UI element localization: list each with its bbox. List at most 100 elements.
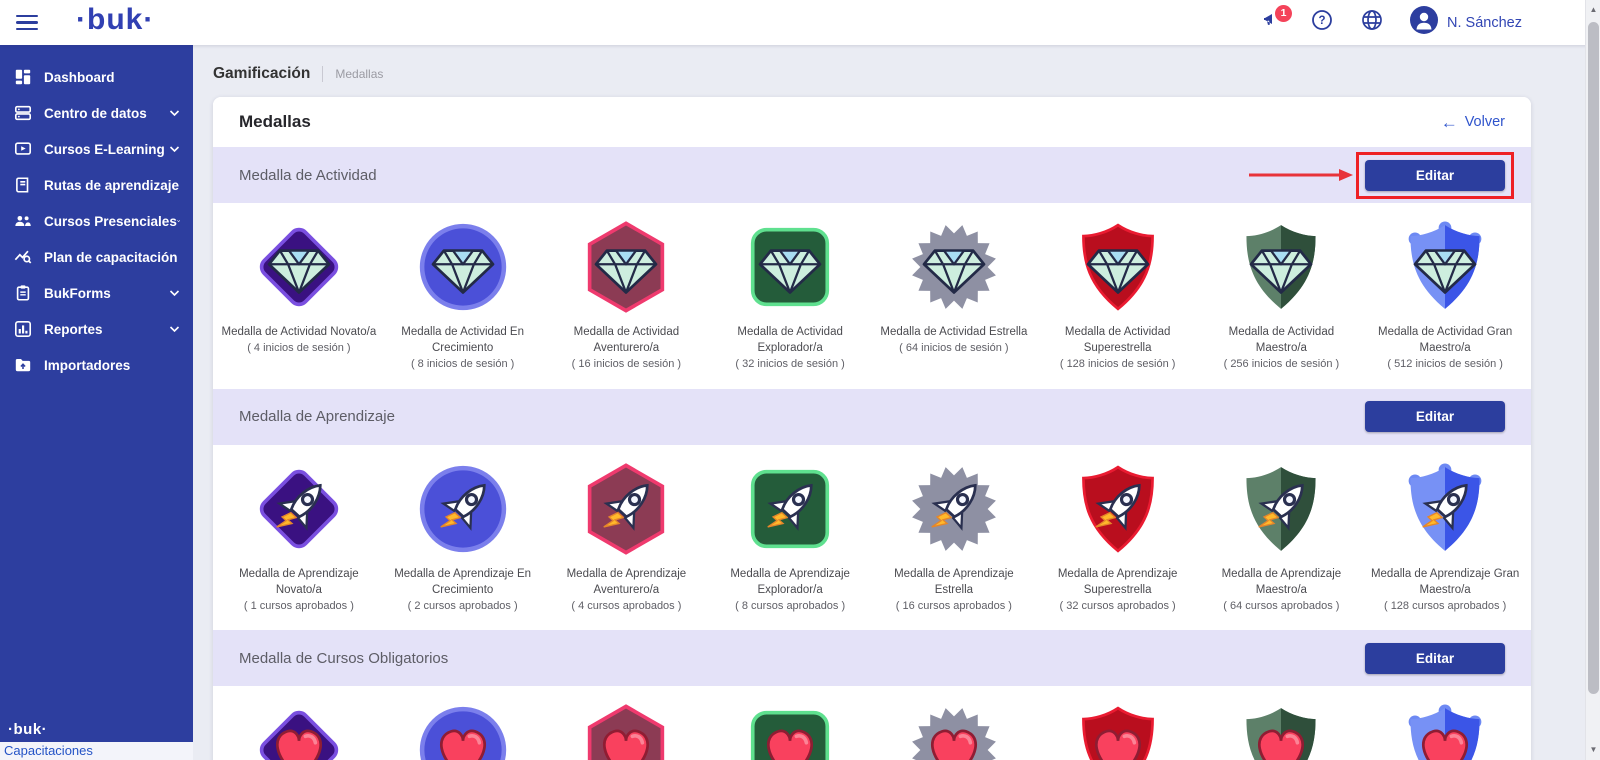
clipboard-icon (13, 284, 32, 303)
avatar (1410, 6, 1438, 39)
circle-medal-gem-icon (413, 217, 513, 317)
burst-medal-heart-icon (904, 700, 1004, 760)
medal-requirement: ( 32 inicios de sesión ) (735, 356, 844, 373)
shield-blue-medal-rocket-icon (1395, 459, 1495, 559)
menu-icon[interactable] (16, 10, 42, 36)
medal-badge: Medalla de Actividad En Crecimiento( 8 i… (381, 217, 545, 373)
globe-icon (1361, 9, 1383, 36)
sidebar-item-centro-de-datos[interactable]: Centro de datos (0, 95, 193, 131)
medal-requirement: ( 128 cursos aprobados ) (1384, 598, 1506, 615)
circle-medal-rocket-icon (413, 459, 513, 559)
help-icon: ? (1311, 9, 1333, 36)
data-center-icon (13, 104, 32, 123)
sidebar-item-label: Dashboard (44, 70, 115, 85)
sidebar-item-rutas-de-aprendizaje[interactable]: Rutas de aprendizaje (0, 167, 193, 203)
editar-actividad-button[interactable]: Editar (1365, 160, 1505, 191)
medal-badge: Medalla de Actividad Aventurero/a( 16 in… (545, 217, 709, 373)
language-button[interactable] (1360, 11, 1384, 35)
sidebar-item-importadores[interactable]: Importadores (0, 347, 193, 383)
editar-aprendizaje-button[interactable]: Editar (1365, 401, 1505, 432)
sidebar-item-cursos-presenciales[interactable]: Cursos Presenciales (0, 203, 193, 239)
announcements-button[interactable]: 1 (1260, 11, 1284, 35)
user-menu[interactable]: N. Sánchez (1410, 6, 1522, 39)
diamond-medal-heart-icon (249, 700, 349, 760)
medal-badge: Medalla de Aprendizaje Explorador/a( 8 c… (708, 459, 872, 615)
chevron-down-icon (169, 289, 180, 297)
square-medal-gem-icon (740, 217, 840, 317)
medal-badge: Medalla de Aprendizaje Aventurero/a( 4 c… (545, 459, 709, 615)
editar-cursos-obligatorios-button[interactable]: Editar (1365, 643, 1505, 674)
section-title: Medalla de Aprendizaje (239, 408, 395, 425)
medal-name: Medalla de Actividad Estrella (880, 324, 1027, 340)
sidebar-item-label: Centro de datos (44, 106, 147, 121)
volver-link[interactable]: ← Volver (1441, 114, 1505, 131)
sidebar-item-label: Cursos E-Learning (44, 142, 165, 157)
bar-chart-icon (13, 320, 32, 339)
burst-medal-gem-icon (904, 217, 1004, 317)
section-title: Medalla de Actividad (239, 167, 377, 184)
medal-name: Medalla de Actividad Explorador/a (711, 324, 869, 356)
sidebar-item-label: Cursos Presenciales (44, 214, 177, 229)
scroll-up-arrow[interactable]: ▲ (1586, 2, 1600, 18)
shield-red-medal-rocket-icon (1068, 459, 1168, 559)
medal-badge: Medalla de Aprendizaje En Crecimiento( 2… (381, 459, 545, 615)
medal-requirement: ( 256 inicios de sesión ) (1224, 356, 1340, 373)
top-bar: ·buk· 1 ? N. Sánchez (0, 0, 1600, 45)
square-medal-rocket-icon (740, 459, 840, 559)
badges-row-actividad: Medalla de Actividad Novato/a( 4 inicios… (213, 203, 1531, 389)
medal-badge: Medalla de Aprendizaje Gran Maestro/a( 1… (1363, 459, 1527, 615)
buk-logo: ·buk· (76, 5, 154, 41)
elearning-icon (13, 140, 32, 159)
sidebar-item-plan-de-capacitacion[interactable]: Plan de capacitación (0, 239, 193, 275)
chevron-down-icon (177, 217, 180, 225)
sidebar-item-cursos-elearning[interactable]: Cursos E-Learning (0, 131, 193, 167)
medal-badge: Medalla de Actividad Explorador/a( 32 in… (708, 217, 872, 373)
page-title: Medallas (239, 112, 311, 132)
sidebar-item-bukforms[interactable]: BukForms (0, 275, 193, 311)
scroll-down-arrow[interactable]: ▼ (1586, 742, 1600, 758)
medal-requirement: ( 16 cursos aprobados ) (896, 598, 1012, 615)
badges-row-cursos-obligatorios (213, 686, 1531, 760)
training-plan-icon (13, 248, 32, 267)
square-medal-heart-icon (740, 700, 840, 760)
chevron-down-icon (169, 109, 180, 117)
medal-requirement: ( 32 cursos aprobados ) (1060, 598, 1176, 615)
medal-name: Medalla de Actividad Novato/a (222, 324, 377, 340)
section-title: Medalla de Cursos Obligatorios (239, 650, 448, 667)
sidebar-buk-logo: ·buk· (8, 721, 47, 738)
medallas-card: Medallas ← Volver Medalla de Actividad E… (213, 97, 1531, 760)
sidebar-item-reportes[interactable]: Reportes (0, 311, 193, 347)
section-header-actividad: Medalla de Actividad Editar (213, 147, 1531, 203)
medal-requirement: ( 2 cursos aprobados ) (408, 598, 518, 615)
medal-badge (217, 700, 381, 760)
capacitaciones-link[interactable]: Capacitaciones (0, 742, 193, 760)
scrollbar-thumb[interactable] (1588, 22, 1599, 694)
hexagon-medal-heart-icon (576, 700, 676, 760)
medal-requirement: ( 4 inicios de sesión ) (247, 340, 350, 357)
import-folder-icon (13, 356, 32, 375)
notification-badge: 1 (1275, 5, 1292, 22)
breadcrumb-gamificacion[interactable]: Gamificación (213, 65, 310, 83)
medal-name: Medalla de Actividad Gran Maestro/a (1366, 324, 1524, 356)
shield-blue-medal-gem-icon (1395, 217, 1495, 317)
medal-requirement: ( 16 inicios de sesión ) (572, 356, 681, 373)
sidebar-item-dashboard[interactable]: Dashboard (0, 59, 193, 95)
medal-badge (872, 700, 1036, 760)
page-scrollbar: ▲ ▼ (1585, 0, 1600, 760)
medal-requirement: ( 4 cursos aprobados ) (571, 598, 681, 615)
hexagon-medal-gem-icon (576, 217, 676, 317)
medal-name: Medalla de Aprendizaje Gran Maestro/a (1366, 566, 1524, 598)
medal-badge: Medalla de Aprendizaje Superestrella( 32… (1036, 459, 1200, 615)
medal-requirement: ( 8 inicios de sesión ) (411, 356, 514, 373)
medal-requirement: ( 512 inicios de sesión ) (1387, 356, 1503, 373)
medal-badge: Medalla de Actividad Estrella( 64 inicio… (872, 217, 1036, 373)
user-name: N. Sánchez (1447, 15, 1522, 31)
shield-red-medal-gem-icon (1068, 217, 1168, 317)
main-content: Gamificación Medallas Medallas ← Volver … (193, 45, 1585, 760)
chevron-down-icon (169, 145, 180, 153)
help-button[interactable]: ? (1310, 11, 1334, 35)
medal-name: Medalla de Aprendizaje Aventurero/a (547, 566, 705, 598)
medal-badge: Medalla de Actividad Maestro/a( 256 inic… (1200, 217, 1364, 373)
svg-text:?: ? (1319, 15, 1326, 27)
medal-requirement: ( 64 inicios de sesión ) (899, 340, 1008, 357)
